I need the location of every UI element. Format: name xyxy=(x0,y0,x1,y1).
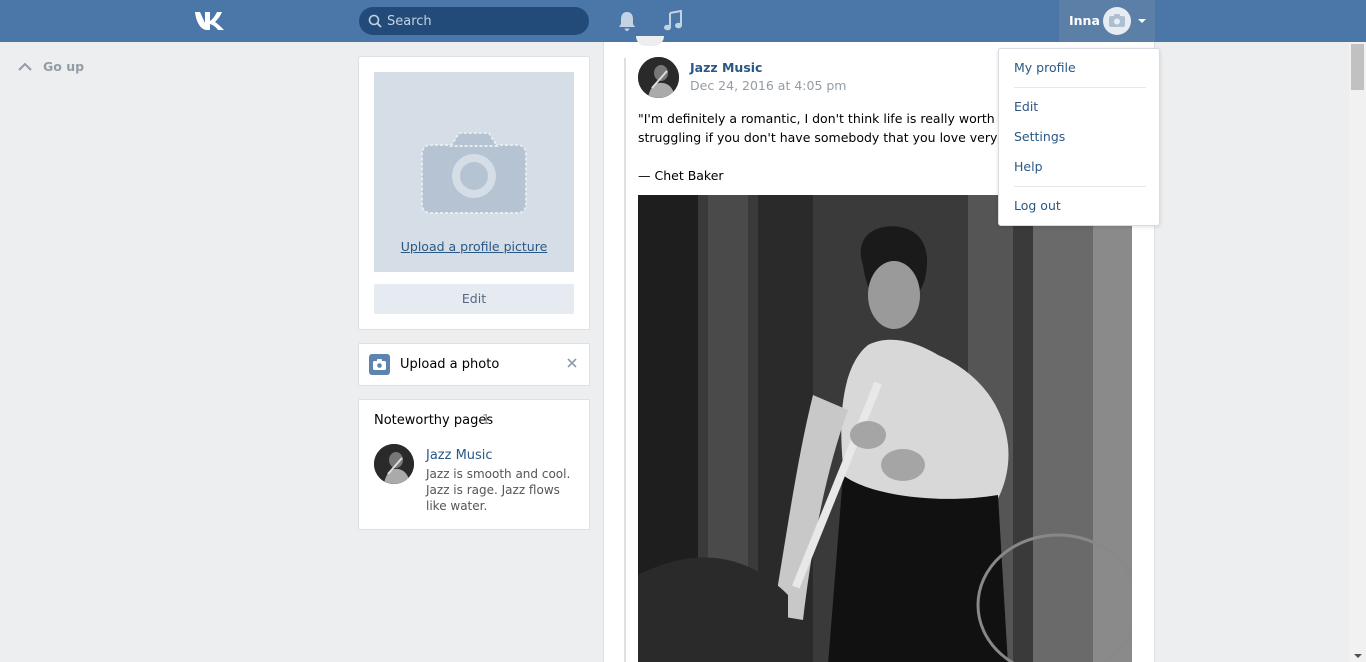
go-up-label: Go up xyxy=(43,59,85,74)
bell-icon[interactable] xyxy=(617,10,637,32)
vk-logo-icon[interactable] xyxy=(193,9,227,33)
menu-item-settings[interactable]: Settings xyxy=(1014,129,1065,144)
menu-item-my-profile[interactable]: My profile xyxy=(1014,60,1076,75)
upload-photo-label: Upload a photo xyxy=(400,357,500,372)
user-dropdown-menu: My profile Edit Settings Help Log out xyxy=(998,48,1160,226)
upload-profile-picture-link[interactable]: Upload a profile picture xyxy=(374,239,574,254)
chevron-down-icon xyxy=(1138,19,1146,23)
user-menu-button[interactable]: Inna xyxy=(1059,0,1155,42)
top-bar: Inna xyxy=(0,0,1366,42)
music-note-icon[interactable] xyxy=(662,9,684,33)
post-text-line: struggling if you don't have somebody th… xyxy=(638,130,1046,145)
noteworthy-pages-card: Noteworthy pages 1 Jazz Music Jazz is sm… xyxy=(358,399,590,530)
menu-divider xyxy=(1014,186,1146,187)
menu-item-help[interactable]: Help xyxy=(1014,159,1043,174)
post-date-link[interactable]: Dec 24, 2016 at 4:05 pm xyxy=(690,78,847,93)
scrollbar-thumb[interactable] xyxy=(1351,44,1364,90)
chevron-up-icon xyxy=(18,62,32,71)
upload-photo-card[interactable]: Upload a photo xyxy=(358,343,590,386)
profile-card: Upload a profile picture Edit xyxy=(358,56,590,330)
menu-divider xyxy=(1014,87,1146,88)
page-name-link[interactable]: Jazz Music xyxy=(426,448,493,463)
profile-photo-placeholder[interactable]: Upload a profile picture xyxy=(374,72,574,272)
menu-item-log-out[interactable]: Log out xyxy=(1014,198,1061,213)
post-text-line: "I'm definitely a romantic, I don't thin… xyxy=(638,111,1038,126)
user-name: Inna xyxy=(1069,13,1100,28)
noteworthy-title[interactable]: Noteworthy pages xyxy=(374,413,493,428)
noteworthy-count: 1 xyxy=(482,413,491,428)
page-scrollbar[interactable] xyxy=(1349,42,1366,662)
search-input[interactable] xyxy=(387,7,582,35)
post-photo[interactable] xyxy=(638,195,1132,662)
camera-icon xyxy=(421,132,527,214)
close-icon[interactable] xyxy=(566,357,578,369)
post-text: "I'm definitely a romantic, I don't thin… xyxy=(638,109,1058,185)
search-box[interactable] xyxy=(359,7,589,35)
page-avatar[interactable] xyxy=(374,444,414,484)
post-author-link[interactable]: Jazz Music xyxy=(690,60,762,75)
photo-icon xyxy=(369,354,390,375)
edit-profile-button[interactable]: Edit xyxy=(374,284,574,314)
page-description: Jazz is smooth and cool. Jazz is rage. J… xyxy=(426,467,571,513)
avatar xyxy=(1103,7,1131,35)
repost-divider xyxy=(624,58,626,662)
camera-icon xyxy=(1109,14,1125,27)
post-text-line: — Chet Baker xyxy=(638,168,724,183)
post-top-divider xyxy=(636,36,664,46)
scroll-down-icon[interactable] xyxy=(1354,654,1362,658)
search-icon xyxy=(368,14,382,28)
post-author-avatar[interactable] xyxy=(638,57,679,98)
menu-item-edit[interactable]: Edit xyxy=(1014,99,1038,114)
